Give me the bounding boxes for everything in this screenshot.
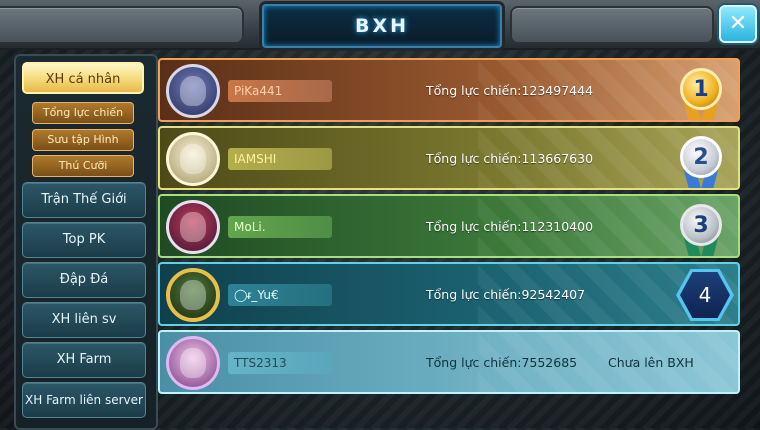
nav-xh-farm[interactable]: XH Farm [22, 342, 146, 378]
subtab-tong-luc-chien[interactable]: Tổng lực chiến [32, 102, 134, 124]
frame-plate-right [510, 6, 714, 44]
avatar[interactable] [166, 64, 220, 118]
combat-power: Tổng lực chiến:112310400 [426, 219, 594, 234]
nav-tran-the-gioi[interactable]: Trận Thế Giới [22, 182, 146, 218]
close-icon: ✕ [728, 11, 748, 36]
combat-power: Tổng lực chiến:7552685 [426, 355, 578, 370]
ranking-row-self[interactable]: TTS2313 Tổng lực chiến:7552685 Chưa lên … [158, 330, 740, 394]
combat-power: Tổng lực chiến:113667630 [426, 151, 594, 166]
rank-number: 3 [680, 204, 722, 246]
ranking-row[interactable]: IAMSHI Tổng lực chiến:113667630 2 [158, 126, 740, 190]
player-name: TTS2313 [228, 352, 332, 374]
ranking-row[interactable]: PiKa441 Tổng lực chiến:123497444 1 [158, 58, 740, 122]
player-name: ◯ᵲ_Yu€ [228, 284, 332, 306]
page-title: BXH [354, 15, 410, 37]
bronze-medal-icon: 3 [676, 200, 728, 256]
subtab-suu-tap-hinh[interactable]: Sưu tập Hình [32, 129, 134, 151]
tab-xh-ca-nhan[interactable]: XH cá nhân [22, 62, 144, 94]
title-banner: BXH [262, 4, 502, 48]
nav-xh-lien-sv[interactable]: XH liên sv [22, 302, 146, 338]
rank-number: 2 [680, 136, 722, 178]
player-name: IAMSHI [228, 148, 332, 170]
combat-power: Tổng lực chiến:92542407 [426, 287, 586, 302]
unranked-status: Chưa lên BXH [608, 355, 694, 370]
frame-plate-left [0, 6, 244, 44]
rank-number: 1 [680, 68, 722, 110]
ranking-row[interactable]: MoLi. Tổng lực chiến:112310400 3 [158, 194, 740, 258]
player-name: MoLi. [228, 216, 332, 238]
nav-top-pk[interactable]: Top PK [22, 222, 146, 258]
ranking-row[interactable]: ◯ᵲ_Yu€ Tổng lực chiến:92542407 4 [158, 262, 740, 326]
nav-xh-farm-lien-server[interactable]: XH Farm liên server [22, 382, 146, 418]
avatar[interactable] [166, 268, 220, 322]
gold-medal-icon: 1 [676, 64, 728, 120]
player-name: PiKa441 [228, 80, 332, 102]
silver-medal-icon: 2 [676, 132, 728, 188]
avatar[interactable] [166, 132, 220, 186]
avatar[interactable] [166, 336, 220, 390]
combat-power: Tổng lực chiến:123497444 [426, 83, 594, 98]
subtab-thu-cuoi[interactable]: Thú Cưỡi [32, 155, 134, 177]
ranking-list: PiKa441 Tổng lực chiến:123497444 1 IAMSH… [158, 56, 742, 428]
avatar[interactable] [166, 200, 220, 254]
nav-dap-da[interactable]: Đập Đá [22, 262, 146, 298]
close-button[interactable]: ✕ [719, 5, 757, 43]
